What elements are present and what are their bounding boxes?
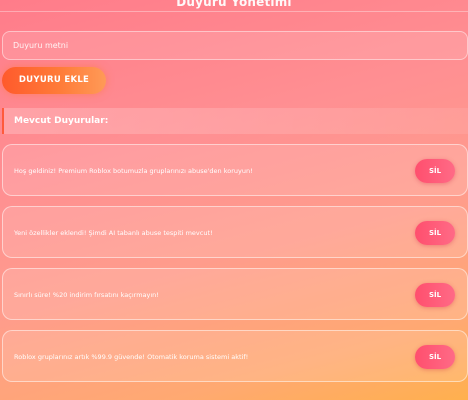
announcement-text: Yeni özellikler eklendi! Şimdi AI tabanl… [14, 229, 213, 237]
announcement-card: Yeni özellikler eklendi! Şimdi AI tabanl… [2, 206, 468, 258]
delete-announcement-button[interactable]: SİL [415, 345, 455, 369]
announcement-card: Roblox gruplarınız artık %99.9 güvende! … [2, 330, 468, 382]
announcement-text: Roblox gruplarınız artık %99.9 güvende! … [14, 353, 249, 361]
announcement-text-input[interactable] [3, 32, 467, 59]
announcement-card: Sınırlı süre! %20 indirim fırsatını kaçı… [2, 268, 468, 320]
announcement-text: Sınırlı süre! %20 indirim fırsatını kaçı… [14, 291, 159, 299]
title-bar: Duyuru Yönetimi [0, 0, 468, 12]
section-title: Mevcut Duyurular: [14, 116, 109, 126]
announcement-card: Hoş geldiniz! Premium Roblox botumuzla g… [2, 144, 468, 196]
page-title: Duyuru Yönetimi [176, 0, 292, 9]
delete-announcement-button[interactable]: SİL [415, 283, 455, 307]
announcement-manager-panel: Duyuru Yönetimi DUYURU EKLE Mevcut Duyur… [0, 0, 468, 400]
delete-announcement-button[interactable]: SİL [415, 159, 455, 183]
section-header: Mevcut Duyurular: [2, 108, 468, 134]
add-announcement-button[interactable]: DUYURU EKLE [2, 67, 106, 94]
delete-announcement-button[interactable]: SİL [415, 221, 455, 245]
announcement-input-wrapper [2, 31, 468, 60]
announcement-text: Hoş geldiniz! Premium Roblox botumuzla g… [14, 167, 253, 175]
